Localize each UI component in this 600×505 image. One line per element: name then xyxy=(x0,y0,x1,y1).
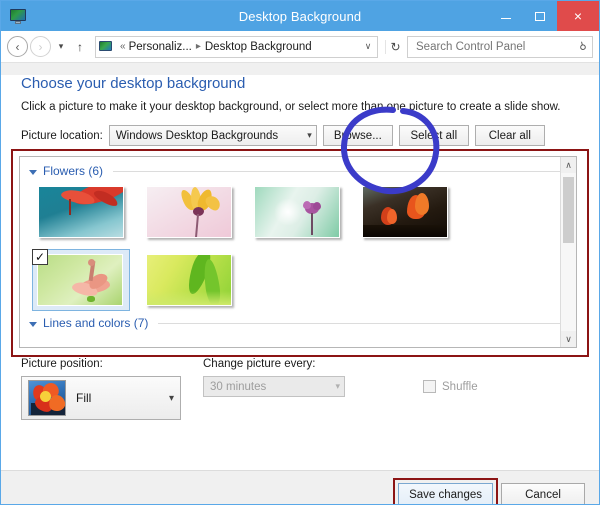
picture-position-group: Picture position: Fill ▾ xyxy=(21,358,203,420)
browse-button[interactable]: Browse... xyxy=(322,125,393,146)
recent-pages-button[interactable]: ▾ xyxy=(53,36,69,58)
flower-teal-red-thumbnail[interactable] xyxy=(38,186,124,238)
refresh-icon: ↻ xyxy=(390,39,401,54)
group-label: Lines and colors (7) xyxy=(43,316,149,330)
flower-mint-purple-thumbnail[interactable] xyxy=(254,186,340,238)
picture-position-dropdown[interactable]: Fill ▾ xyxy=(21,376,181,420)
address-dropdown-button[interactable]: ∨ xyxy=(359,41,377,52)
shuffle-checkbox-row[interactable]: Shuffle xyxy=(423,380,478,393)
thumbnail-item[interactable] xyxy=(38,186,124,238)
thumbnail-item[interactable] xyxy=(362,186,448,238)
breadcrumb-overflow-icon[interactable]: « xyxy=(120,41,126,52)
chevron-down-icon: ▾ xyxy=(335,381,340,391)
flower-pink-yellow-daisy-thumbnail[interactable] xyxy=(146,186,232,238)
picture-position-value: Fill xyxy=(76,391,92,405)
search-box[interactable]: ☌ xyxy=(407,35,593,58)
cancel-button[interactable]: Cancel xyxy=(501,482,585,504)
picture-location-value: Windows Desktop Backgrounds xyxy=(115,129,279,142)
maximize-button[interactable] xyxy=(523,1,557,31)
thumbnail-item-selected[interactable]: ✓ xyxy=(32,249,130,311)
group-label: Flowers (6) xyxy=(43,164,104,178)
flower-yellow-green-leaves-thumbnail[interactable] xyxy=(146,254,232,306)
chevron-up-icon: ∧ xyxy=(565,159,572,170)
change-picture-interval-value: 30 minutes xyxy=(210,380,267,393)
lower-controls: Picture position: Fill ▾ Change picture … xyxy=(21,358,599,420)
refresh-button[interactable]: ↻ xyxy=(385,39,405,54)
collapse-triangle-icon[interactable] xyxy=(29,321,37,327)
thumbnail-item[interactable] xyxy=(146,254,232,306)
save-changes-button[interactable]: Save changes xyxy=(398,482,493,504)
scroll-down-button[interactable]: ∨ xyxy=(561,331,576,347)
group-divider xyxy=(113,170,566,172)
scroll-up-button[interactable]: ∧ xyxy=(561,157,576,173)
arrow-up-icon: ↑ xyxy=(77,39,83,54)
close-button[interactable]: × xyxy=(557,1,599,31)
picture-position-preview-thumbnail xyxy=(28,380,66,416)
group-header-flowers[interactable]: Flowers (6) xyxy=(20,157,576,178)
chevron-down-icon: ∨ xyxy=(565,333,572,344)
minimize-button[interactable] xyxy=(489,1,523,31)
clear-all-button[interactable]: Clear all xyxy=(474,125,545,146)
breadcrumb-item-desktop-background[interactable]: Desktop Background xyxy=(205,41,312,53)
page-title: Choose your desktop background xyxy=(21,75,246,92)
select-all-button[interactable]: Select all xyxy=(398,125,469,146)
group-divider xyxy=(158,322,566,324)
thumbnail-item[interactable] xyxy=(146,186,232,238)
address-bar-icon xyxy=(99,40,113,53)
save-button-wrapper: Save changes xyxy=(393,477,498,504)
content-area: Choose your desktop background Click a p… xyxy=(1,75,599,504)
collapse-triangle-icon[interactable] xyxy=(29,169,37,175)
gallery-scrollbar[interactable]: ∧ ∨ xyxy=(560,157,576,347)
shuffle-checkbox[interactable] xyxy=(423,380,436,393)
thumbnail-grid: ✓ xyxy=(20,178,550,311)
picture-location-row: Picture location: Windows Desktop Backgr… xyxy=(21,125,599,146)
picture-position-label: Picture position: xyxy=(21,358,103,370)
chevron-down-icon: ∨ xyxy=(364,41,372,51)
flower-dark-orange-tulips-thumbnail[interactable] xyxy=(362,186,448,238)
navigation-bar: ‹ › ▾ ↑ « Personaliz... ▸ Desktop Backgr… xyxy=(1,31,599,63)
flower-green-pink-lily-thumbnail[interactable] xyxy=(37,254,123,306)
dialog-footer: Save changes Cancel xyxy=(1,470,599,504)
chevron-down-icon: ▾ xyxy=(58,41,64,51)
chevron-down-icon: ▾ xyxy=(307,130,312,140)
close-icon: × xyxy=(573,8,583,24)
shuffle-group: Shuffle xyxy=(423,358,478,420)
title-bar: Desktop Background × xyxy=(1,1,599,31)
change-picture-interval-dropdown[interactable]: 30 minutes ▾ xyxy=(203,376,345,397)
search-input[interactable] xyxy=(414,39,579,54)
picture-location-label: Picture location: xyxy=(21,129,103,142)
scrollbar-track[interactable] xyxy=(561,173,576,331)
shuffle-label: Shuffle xyxy=(442,380,478,393)
breadcrumb-separator-icon: ▸ xyxy=(195,41,201,52)
window-controls: × xyxy=(489,1,599,31)
up-button[interactable]: ↑ xyxy=(71,40,89,54)
change-picture-label: Change picture every: xyxy=(203,358,316,370)
picture-gallery[interactable]: Flowers (6) ✓ Lines and colors (7) ∧ ∨ xyxy=(19,156,577,348)
scrollbar-thumb[interactable] xyxy=(563,177,574,243)
breadcrumb: « Personaliz... ▸ Desktop Background xyxy=(117,41,312,53)
picture-location-dropdown[interactable]: Windows Desktop Backgrounds ▾ xyxy=(108,125,317,146)
checkbox-checked-icon[interactable]: ✓ xyxy=(32,249,48,265)
forward-icon: › xyxy=(38,39,43,54)
change-picture-group: Change picture every: 30 minutes ▾ xyxy=(203,358,423,420)
page-description: Click a picture to make it your desktop … xyxy=(21,101,561,113)
address-bar[interactable]: « Personaliz... ▸ Desktop Background ∨ xyxy=(95,35,378,58)
breadcrumb-item-personalization[interactable]: Personaliz... xyxy=(129,41,192,53)
back-button[interactable]: ‹ xyxy=(7,36,28,57)
back-icon: ‹ xyxy=(15,39,20,54)
chevron-down-icon: ▾ xyxy=(168,392,174,404)
gallery-wrapper: Flowers (6) ✓ Lines and colors (7) ∧ ∨ xyxy=(11,149,589,357)
desktop-background-window: Desktop Background × ‹ › ▾ ↑ « Personali… xyxy=(0,0,600,505)
thumbnail-item[interactable] xyxy=(254,186,340,238)
forward-button[interactable]: › xyxy=(30,36,51,57)
window-icon xyxy=(9,9,27,25)
